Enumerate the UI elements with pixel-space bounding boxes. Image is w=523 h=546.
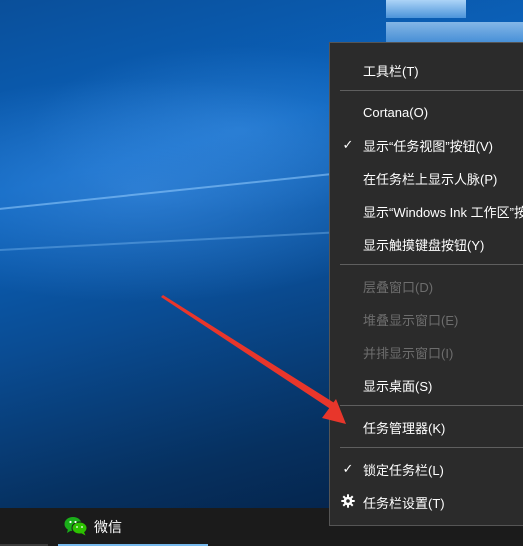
annotation-arrow xyxy=(161,295,346,424)
